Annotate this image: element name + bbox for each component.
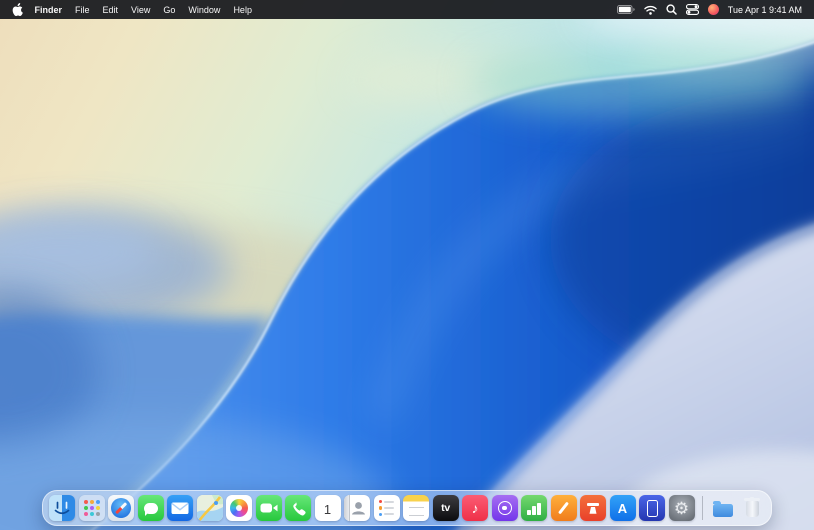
pages-dock-icon[interactable] [551, 495, 577, 521]
maps-dock-icon[interactable] [197, 495, 223, 521]
menu-view[interactable]: View [125, 5, 157, 15]
tv-glyph: tv [441, 503, 450, 514]
menu-help[interactable]: Help [227, 5, 259, 15]
launchpad-dock-icon[interactable] [79, 495, 105, 521]
dock-items: 1 tv ♪ A ⚙ [49, 495, 765, 521]
photos-dock-icon[interactable] [226, 495, 252, 521]
tv-dock-icon[interactable]: tv [433, 495, 459, 521]
mail-dock-icon[interactable] [167, 495, 193, 521]
music-glyph: ♪ [472, 501, 479, 515]
menu-bar: FinderFileEditViewGoWindowHelp [0, 0, 814, 19]
app-store-glyph: A [618, 502, 627, 515]
menu-go[interactable]: Go [157, 5, 182, 15]
keynote-dock-icon[interactable] [580, 495, 606, 521]
contacts-dock-icon[interactable] [344, 495, 370, 521]
dock-separator [702, 496, 703, 520]
podcasts-dock-icon[interactable] [492, 495, 518, 521]
desktop-wallpaper [0, 0, 814, 530]
trash-dock-icon[interactable] [739, 495, 765, 521]
control-center-icon[interactable] [686, 3, 699, 16]
apple-menu[interactable] [12, 3, 23, 16]
safari-dock-icon[interactable] [108, 495, 134, 521]
desktop: FinderFileEditViewGoWindowHelp [0, 0, 814, 530]
menu-edit[interactable]: Edit [96, 5, 125, 15]
downloads-dock-icon[interactable] [710, 495, 736, 521]
music-dock-icon[interactable]: ♪ [462, 495, 488, 521]
dock: 1 tv ♪ A ⚙ [42, 490, 772, 526]
menu-bar-clock[interactable]: Tue Apr 1 9:41 AM [728, 5, 802, 15]
menu-finder[interactable]: Finder [28, 5, 69, 15]
messages-dock-icon[interactable] [138, 495, 164, 521]
apple-logo-icon [12, 3, 23, 16]
wifi-icon[interactable] [644, 5, 657, 15]
numbers-dock-icon[interactable] [521, 495, 547, 521]
battery-icon[interactable] [617, 5, 635, 14]
calendar-dock-icon[interactable]: 1 [315, 495, 341, 521]
facetime-dock-icon[interactable] [256, 495, 282, 521]
calendar-glyph: 1 [324, 503, 331, 516]
system-settings-glyph: ⚙ [674, 500, 689, 517]
app-store-dock-icon[interactable]: A [610, 495, 636, 521]
menu-window[interactable]: Window [182, 5, 227, 15]
menu-list: FinderFileEditViewGoWindowHelp [28, 5, 258, 15]
iphone-mirroring-dock-icon[interactable] [639, 495, 665, 521]
reminders-dock-icon[interactable] [374, 495, 400, 521]
menu-bar-status: Tue Apr 1 9:41 AM [617, 3, 802, 16]
menu-file[interactable]: File [69, 5, 97, 15]
notes-dock-icon[interactable] [403, 495, 429, 521]
siri-icon[interactable] [708, 4, 719, 15]
spotlight-search-icon[interactable] [666, 4, 677, 15]
phone-dock-icon[interactable] [285, 495, 311, 521]
finder-dock-icon[interactable] [49, 495, 75, 521]
system-settings-dock-icon[interactable]: ⚙ [669, 495, 695, 521]
menu-bar-left: FinderFileEditViewGoWindowHelp [12, 3, 258, 16]
